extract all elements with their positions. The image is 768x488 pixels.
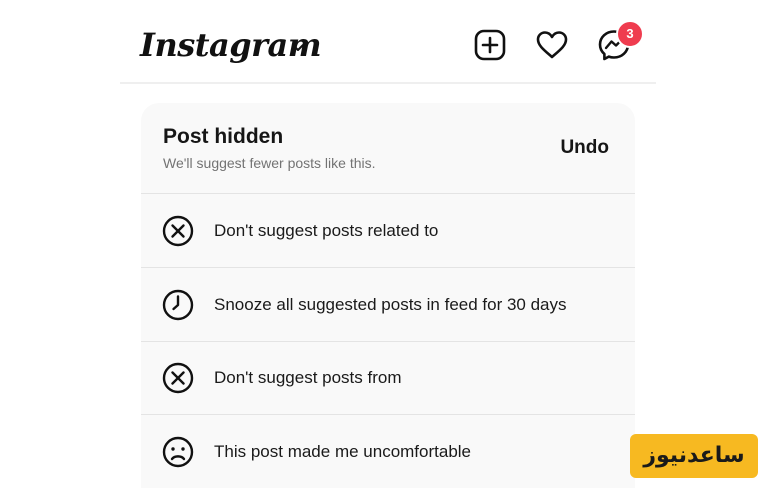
post-hidden-header: Post hidden We'll suggest fewer posts li…	[141, 103, 635, 194]
sad-face-icon	[162, 436, 194, 468]
option-dont-suggest-related[interactable]: Don't suggest posts related to	[141, 194, 635, 268]
option-snooze-30-days[interactable]: Snooze all suggested posts in feed for 3…	[141, 268, 635, 342]
heart-icon[interactable]	[535, 28, 569, 62]
option-label: Snooze all suggested posts in feed for 3…	[214, 295, 567, 314]
watermark-logo: ساعدنیوز	[630, 434, 758, 478]
x-circle-icon	[162, 362, 194, 394]
post-hidden-card: Post hidden We'll suggest fewer posts li…	[141, 103, 635, 488]
instagram-screen: Instagram 3 Post hidden We'll suggest fe…	[0, 0, 768, 488]
option-dont-suggest-from[interactable]: Don't suggest posts from	[141, 341, 635, 415]
option-label: Don't suggest posts from	[214, 368, 402, 387]
option-uncomfortable[interactable]: This post made me uncomfortable	[141, 415, 635, 488]
clock-icon	[162, 289, 194, 321]
create-post-icon[interactable]	[473, 28, 507, 62]
x-circle-icon	[162, 215, 194, 247]
option-label: Don't suggest posts related to	[214, 221, 439, 240]
undo-button[interactable]: Undo	[560, 137, 609, 159]
top-bar: Instagram 3	[120, 0, 656, 84]
chevron-down-icon[interactable]	[290, 40, 306, 56]
card-title: Post hidden	[163, 125, 284, 148]
messages-badge: 3	[616, 20, 644, 48]
card-subtitle: We'll suggest fewer posts like this.	[163, 155, 376, 171]
option-label: This post made me uncomfortable	[214, 442, 472, 461]
